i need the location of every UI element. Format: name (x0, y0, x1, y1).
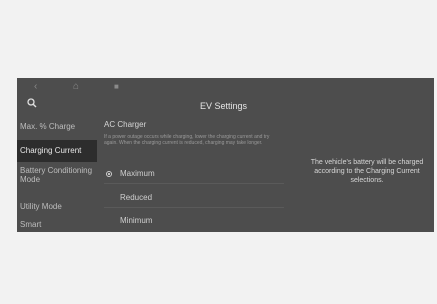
menu-icon[interactable]: ■ (114, 81, 119, 93)
option-maximum[interactable]: Maximum (104, 168, 284, 182)
section-label: AC Charger (104, 120, 147, 129)
page-title: EV Settings (200, 101, 248, 111)
sidebar: Max. % Charge Charging Current Battery C… (17, 116, 97, 232)
section-description: If a power outage occurs while charging,… (104, 134, 270, 146)
sidebar-item-charging-current[interactable]: Charging Current (17, 140, 97, 162)
info-text: The vehicle's battery will be charged ac… (310, 159, 424, 184)
sidebar-item-label: Smart (20, 220, 42, 229)
sidebar-item-battery-conditioning[interactable]: Battery Conditioning Mode (17, 166, 97, 194)
back-icon[interactable]: ‹ (34, 81, 37, 93)
sidebar-item-label: Battery Conditioning Mode (20, 166, 93, 184)
option-minimum[interactable]: Minimum (104, 215, 284, 229)
infotainment-screen: ‹ ⌂ ■ EV Settings Max. % Charge Charging… (17, 78, 434, 232)
sidebar-item-max-charge[interactable]: Max. % Charge (17, 122, 97, 134)
sidebar-item-label: Max. % Charge (20, 122, 76, 131)
option-label: Reduced (120, 193, 153, 202)
settings-panel: AC Charger If a power outage occurs whil… (104, 116, 294, 232)
search-icon[interactable] (27, 98, 37, 111)
option-reduced[interactable]: Reduced (104, 192, 284, 206)
sidebar-item-smart[interactable]: Smart (17, 220, 97, 230)
divider (104, 183, 284, 184)
option-label: Maximum (120, 169, 155, 178)
home-icon[interactable]: ⌂ (73, 81, 79, 93)
top-bar: ‹ ⌂ ■ (17, 78, 434, 96)
sidebar-item-label: Charging Current (20, 146, 82, 155)
sidebar-item-utility-mode[interactable]: Utility Mode (17, 202, 97, 212)
divider (104, 207, 284, 208)
radio-selected-icon (106, 171, 112, 177)
sidebar-item-label: Utility Mode (20, 202, 62, 211)
option-label: Minimum (120, 216, 153, 225)
